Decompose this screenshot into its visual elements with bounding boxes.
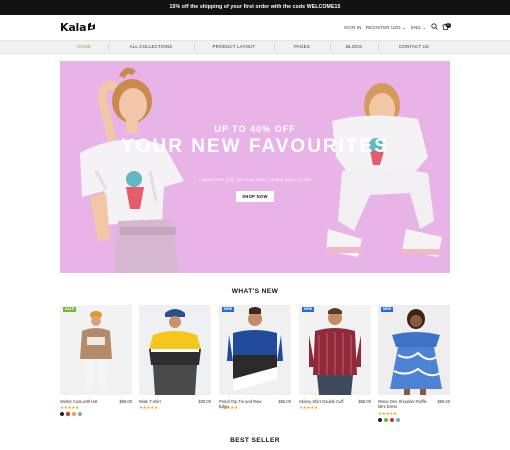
product-name[interactable]: Wide T-shirt [139, 399, 191, 404]
nav-product-layout[interactable]: PRODUCT LAYOUT [194, 41, 274, 53]
cart-count-badge: 0 [446, 23, 451, 28]
swatch-blue[interactable] [396, 418, 400, 422]
product-photo [80, 311, 112, 389]
sign-in-link[interactable]: SIGN IN [344, 25, 361, 30]
hero-subtitle: UP TO 40% OFF [214, 124, 296, 134]
swatch-red[interactable] [66, 412, 70, 416]
nav-home[interactable]: HOME [60, 41, 108, 53]
hero-model-right-image [326, 83, 442, 257]
hero-model-left-image [80, 67, 184, 273]
product-image[interactable] [219, 305, 291, 395]
site-header: Kala SIGN IN REGISTER USD ⌄ ENG ⌄ 0 [0, 15, 510, 40]
product-name[interactable]: Skinny Shirt Double Cuff [299, 399, 351, 404]
product-photo [149, 309, 201, 395]
color-swatches [60, 412, 82, 416]
nav-all-collections[interactable]: ALL COLLECTIONS [108, 41, 194, 53]
shop-now-button[interactable]: SHOP NOW [236, 191, 274, 202]
logo-text: Kala [60, 21, 87, 34]
product-price: $55.00 [278, 399, 291, 404]
language-select[interactable]: ENG ⌄ [411, 25, 426, 31]
rating-stars: ★★★★★ [219, 405, 238, 410]
product-price: $69.00 [119, 399, 132, 404]
product-image[interactable] [60, 305, 132, 395]
register-link[interactable]: REGISTER [366, 25, 390, 30]
swatch-orange[interactable] [72, 412, 76, 416]
main-nav: HOME ALL COLLECTIONS PRODUCT LAYOUT PAGE… [0, 40, 510, 54]
rating-stars: ★★★★★ [139, 405, 158, 410]
rating-stars: ★★★★★ [378, 411, 397, 416]
product-photo [390, 309, 442, 395]
announcement-bar: 15% off the shipping of your first order… [0, 0, 510, 15]
product-name[interactable]: Wone One Shoulder Ruffle Mini Dress [378, 399, 430, 409]
hero-description: Limited time only, selected styles marke… [199, 177, 311, 182]
currency-value: USD [391, 25, 401, 30]
language-value: ENG [411, 25, 421, 30]
hero-title: YOUR NEW FAVOURITES [121, 136, 389, 157]
swatch-blue[interactable] [78, 412, 82, 416]
new-badge: NEW [222, 307, 234, 312]
new-badge: NEW [302, 307, 314, 312]
swatch-red[interactable] [390, 418, 394, 422]
product-price: $30.00 [198, 399, 211, 404]
nav-contact-us[interactable]: CONTACT US [378, 41, 450, 53]
currency-select[interactable]: USD ⌄ [391, 25, 406, 31]
color-swatches [378, 418, 400, 422]
swatch-black[interactable] [378, 418, 382, 422]
best-seller-title: BEST SELLER [230, 437, 280, 444]
swatch-green[interactable] [384, 418, 388, 422]
hero-banner[interactable]: UP TO 40% OFF YOUR NEW FAVOURITES Limite… [60, 61, 450, 273]
product-price: $66.00 [437, 399, 450, 404]
swatch-black[interactable] [60, 412, 64, 416]
rating-stars: ★★★★★ [60, 405, 79, 410]
logo[interactable]: Kala [60, 21, 96, 34]
product-image[interactable] [378, 305, 450, 395]
product-image[interactable] [139, 305, 211, 395]
sale-badge: SALE [63, 307, 77, 312]
search-icon[interactable] [431, 23, 438, 30]
product-name[interactable]: Winter Coat with Hat [60, 399, 112, 404]
product-photo [309, 308, 361, 395]
product-price: $69.00 [358, 399, 371, 404]
chevron-down-icon: ⌄ [402, 25, 406, 30]
product-photo [227, 307, 283, 391]
logo-mark-icon [88, 22, 96, 31]
whats-new-title: WHAT'S NEW [231, 288, 279, 295]
rating-stars: ★★★★★ [299, 405, 318, 410]
nav-pages[interactable]: PAGES [274, 41, 330, 53]
nav-blogs[interactable]: BLOGS [330, 41, 378, 53]
product-image[interactable] [299, 305, 371, 395]
chevron-down-icon: ⌄ [422, 25, 427, 30]
new-badge: NEW [381, 307, 393, 312]
